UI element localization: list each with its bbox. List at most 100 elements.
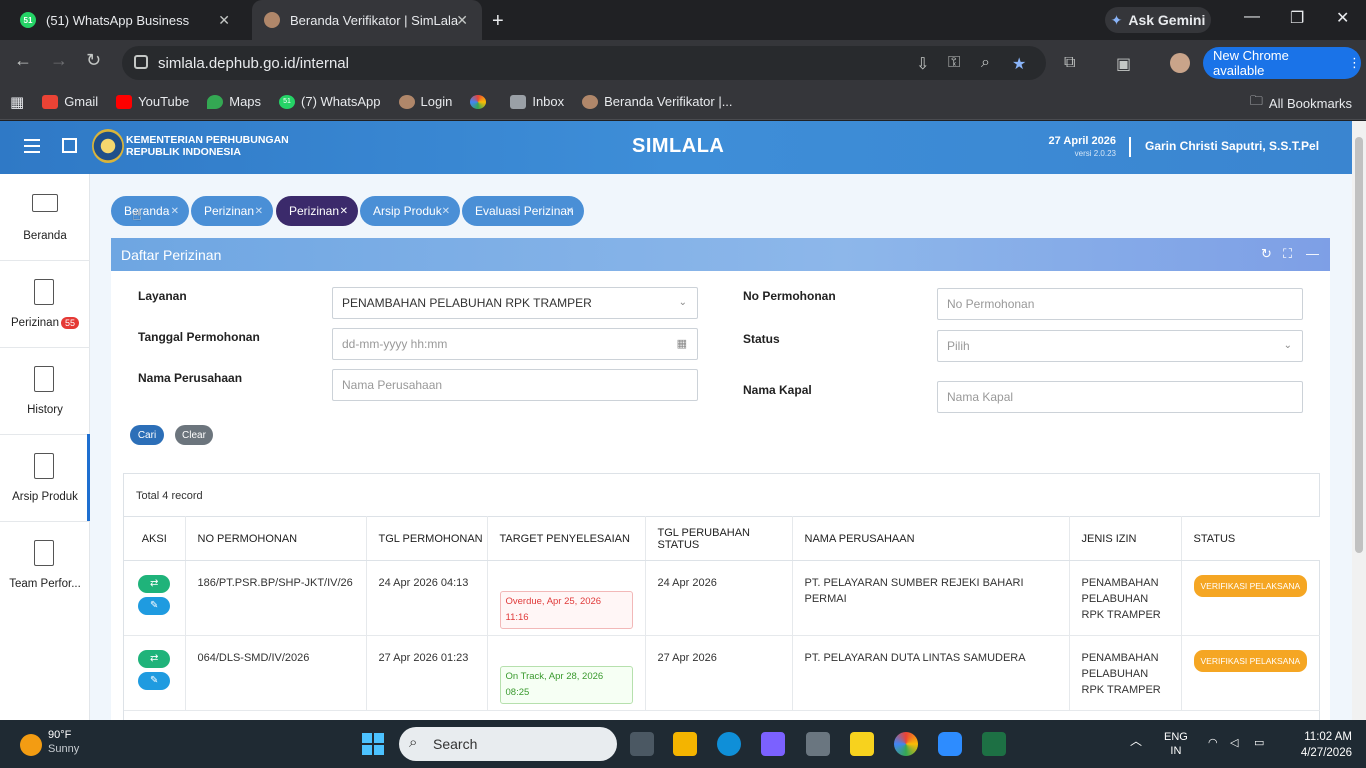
browser-tab-simlala[interactable]: Beranda Verifikator | SimLala ✕ <box>252 0 482 40</box>
no-permohonan-input[interactable]: No Permohonan <box>937 288 1303 320</box>
collapse-icon[interactable]: — <box>1306 246 1319 261</box>
close-icon[interactable]: ✕ <box>456 12 468 29</box>
col-tgl-permohonan[interactable]: TGL PERMOHONAN <box>366 516 488 561</box>
tanggal-permohonan-input[interactable]: dd-mm-yyyy hh:mm ▦ <box>332 328 698 360</box>
profile-avatar[interactable] <box>1170 53 1190 73</box>
sidebar-item-perizinan[interactable]: Perizinan 55 <box>0 261 90 348</box>
bookmark-photos[interactable] <box>470 94 492 109</box>
expand-icon[interactable]: ⛶ <box>1283 246 1292 262</box>
tab-evaluasi-perizinan[interactable]: Evaluasi Perizinan ✕ <box>462 196 584 226</box>
col-jenis-izin[interactable]: JENIS IZIN <box>1069 516 1182 561</box>
no-permohonan-cell: 186/PT.PSR.BP/SHP-JKT/IV/26 <box>185 560 367 636</box>
browser-tab-whatsapp[interactable]: 51 (51) WhatsApp Business ✕ <box>8 0 244 40</box>
edge-icon[interactable] <box>717 732 741 756</box>
sticky-notes-icon[interactable] <box>850 732 874 756</box>
no-permohonan-cell: 064/DLS-SMD/IV/2026 <box>185 635 367 711</box>
extensions-icon[interactable]: ⧉ <box>1064 54 1075 72</box>
close-icon[interactable]: ✕ <box>442 206 450 217</box>
install-app-icon[interactable]: ⇩ <box>916 54 929 74</box>
bookmark-beranda[interactable]: Beranda Verifikator |... <box>582 94 733 109</box>
zoom-icon[interactable]: ⌕ <box>981 54 990 72</box>
nama-kapal-input[interactable]: Nama Kapal <box>937 381 1303 413</box>
taskbar-clock[interactable]: 11:02 AM 4/27/2026 <box>1290 729 1352 761</box>
zoom-app-icon[interactable] <box>938 732 962 756</box>
col-target-penyelesaian[interactable]: TARGET PENYELESAIAN <box>487 516 646 561</box>
sidebar-item-beranda[interactable]: Beranda <box>0 174 90 261</box>
close-icon[interactable]: ✕ <box>218 12 230 29</box>
whatsapp-icon: 51 <box>20 12 36 28</box>
excel-icon[interactable] <box>982 732 1006 756</box>
battery-icon[interactable]: ▭ <box>1254 736 1264 750</box>
taskbar-search[interactable]: ⌕ Search <box>399 727 617 761</box>
col-no-permohonan[interactable]: NO PERMOHONAN <box>185 516 367 561</box>
sidebar-item-arsip-produk[interactable]: Arsip Produk <box>0 435 90 522</box>
new-tab-icon[interactable]: + <box>492 10 504 33</box>
panel-header: Daftar Perizinan <box>111 238 1330 271</box>
menu-icon[interactable] <box>24 139 40 153</box>
windows-start-icon[interactable] <box>362 733 384 755</box>
reload-icon[interactable]: ↻ <box>86 50 101 71</box>
camera-icon[interactable] <box>806 732 830 756</box>
bookmark-maps[interactable]: Maps <box>207 94 261 109</box>
bookmark-inbox[interactable]: Inbox <box>510 94 564 109</box>
close-icon[interactable]: ✕ <box>171 206 179 217</box>
all-bookmarks-button[interactable]: 🗀 All Bookmarks <box>1250 92 1352 114</box>
nama-perusahaan-input[interactable]: Nama Perusahaan <box>332 369 698 401</box>
edit-button[interactable]: ✎ <box>138 672 171 690</box>
back-icon[interactable]: ← <box>14 50 32 71</box>
tab-search-icon[interactable]: ▣ <box>1116 54 1131 74</box>
language-indicator[interactable]: ENG IN <box>1164 730 1188 758</box>
ask-gemini-button[interactable]: ✦ Ask Gemini <box>1105 7 1211 33</box>
close-icon[interactable]: ✕ <box>566 206 574 217</box>
status-select[interactable]: Pilih ⌄ <box>937 330 1303 362</box>
sidebar-item-history[interactable]: History <box>0 348 90 435</box>
chevron-up-icon[interactable]: ︿ <box>1130 734 1142 748</box>
edit-button[interactable]: ✎ <box>138 597 171 615</box>
jenis-izin-cell: PENAMBAHAN PELABUHAN RPK TRAMPER <box>1069 635 1182 711</box>
layanan-select[interactable]: PENAMBAHAN PELABUHAN RPK TRAMPER ⌄ <box>332 287 698 319</box>
table-header-row: AKSI NO PERMOHONAN TGL PERMOHONAN TARGET… <box>124 516 1320 561</box>
process-button[interactable]: ⇄ <box>138 650 171 668</box>
close-icon[interactable]: ✕ <box>255 206 263 217</box>
col-status[interactable]: STATUS <box>1181 516 1320 561</box>
task-view-icon[interactable] <box>630 732 654 756</box>
bookmark-gmail[interactable]: Gmail <box>42 94 98 109</box>
bookmark-star-icon[interactable]: ★ <box>1012 54 1026 74</box>
close-icon[interactable]: ✕ <box>340 206 348 217</box>
vertical-scrollbar[interactable] <box>1352 121 1366 720</box>
forward-icon[interactable]: → <box>50 50 68 71</box>
site-info-icon[interactable] <box>134 55 148 69</box>
tab-arsip-produk[interactable]: Arsip Produk ✕ <box>360 196 460 226</box>
chrome-icon[interactable] <box>894 732 918 756</box>
window-close-icon[interactable]: ✕ <box>1336 8 1349 28</box>
tab-perizinan[interactable]: Perizinan ✕ <box>191 196 273 226</box>
address-bar[interactable]: simlala.dephub.go.id/internal <box>122 46 1046 80</box>
refresh-icon[interactable]: ↻ <box>1261 246 1272 262</box>
user-name[interactable]: Garin Christi Saputri, S.S.T.Pel <box>1145 139 1319 153</box>
process-button[interactable]: ⇄ <box>138 575 171 593</box>
weather-widget[interactable]: 90°F Sunny <box>20 728 79 756</box>
new-chrome-available-button[interactable]: New Chrome available ⋮ <box>1203 47 1361 79</box>
header-date: 27 April 2026 <box>1048 135 1116 147</box>
scrollbar-thumb[interactable] <box>1355 137 1363 553</box>
bookmark-youtube[interactable]: YouTube <box>116 94 189 109</box>
maximize-icon[interactable]: ❐ <box>1290 8 1304 28</box>
clear-button[interactable]: Clear <box>175 425 213 445</box>
tab-beranda[interactable]: Beranda ✕ <box>111 196 189 226</box>
col-nama-perusahaan[interactable]: NAMA PERUSAHAAN <box>792 516 1070 561</box>
copilot-icon[interactable] <box>761 732 785 756</box>
cari-button[interactable]: Cari <box>130 425 164 445</box>
key-icon[interactable]: ⚿ <box>948 54 960 72</box>
col-tgl-perubahan-status[interactable]: TGL PERUBAHAN STATUS <box>645 516 793 561</box>
fullscreen-icon[interactable] <box>62 138 77 153</box>
volume-icon[interactable]: ◁ <box>1230 736 1238 750</box>
sidebar-item-team-performance[interactable]: Team Perfor... <box>0 522 90 609</box>
wifi-icon[interactable]: ◠ <box>1208 736 1218 750</box>
bookmark-whatsapp[interactable]: 51 (7) WhatsApp <box>279 94 381 109</box>
minimize-icon[interactable]: — <box>1244 8 1260 26</box>
apps-grid-icon[interactable]: ▦ <box>10 93 24 111</box>
bookmark-login[interactable]: Login <box>398 94 452 109</box>
file-explorer-icon[interactable] <box>673 732 697 756</box>
app-version: versi 2.0.23 <box>1074 149 1116 158</box>
tab-perizinan-active[interactable]: Perizinan ✕ <box>276 196 358 226</box>
